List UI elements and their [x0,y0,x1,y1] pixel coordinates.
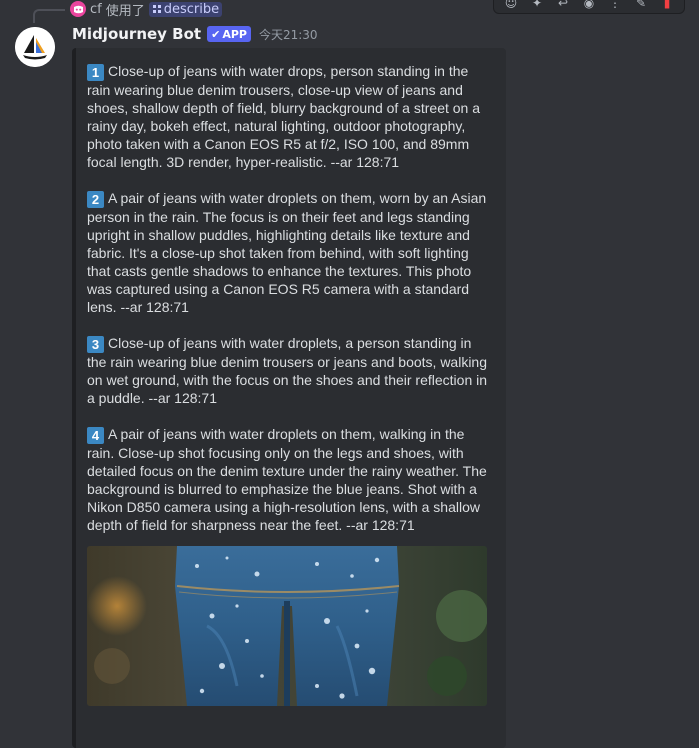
command-name: describe [163,1,220,17]
prompt-option-4: 4A pair of jeans with water droplets on … [87,425,489,534]
reaction-icon[interactable]: ☺ [500,0,522,11]
thread-icon[interactable]: ◉ [578,0,600,11]
prompt-text: Close-up of jeans with water droplets, a… [87,335,488,406]
prompt-text: A pair of jeans with water droplets on t… [87,426,487,533]
super-reaction-icon[interactable]: ✦ [526,0,548,11]
prompt-text: Close-up of jeans with water drops, pers… [87,63,481,170]
app-badge-label: APP [222,27,247,41]
discord-logo-icon [73,5,83,13]
keycap-number-2: 2 [87,191,104,208]
message-timestamp[interactable]: 今天21:30 [259,26,318,43]
reply-reference[interactable]: cf 使用了 describe [70,0,223,19]
discord-user-avatar[interactable] [70,1,86,17]
more-icon[interactable]: ⋮ [604,0,626,11]
message-toolbar: ☺ ✦ ↩ ◉ ⋮ ✎ ▮ [493,0,685,14]
keycap-number-1: 1 [87,64,104,81]
app-icon[interactable]: ✎ [630,0,652,11]
check-icon: ✔ [211,27,221,41]
prompt-text: A pair of jeans with water droplets on t… [87,190,487,315]
reply-action: 使用了 [105,3,145,19]
command-icon [152,5,161,13]
embed-image[interactable] [87,546,487,706]
command-chip[interactable]: describe [148,1,223,17]
midjourney-bot-avatar[interactable] [15,27,55,67]
reply-connector [33,9,65,23]
delete-icon[interactable]: ▮ [656,0,678,11]
message-header: Midjourney Bot ✔ APP 今天21:30 [72,24,318,44]
author-name[interactable]: Midjourney Bot [72,25,201,43]
prompt-option-2: 2A pair of jeans with water droplets on … [87,189,489,316]
keycap-number-4: 4 [87,427,104,444]
sailboat-logo-icon [15,27,55,67]
app-badge: ✔ APP [207,26,251,42]
reply-username[interactable]: cf [90,2,102,17]
reply-icon[interactable]: ↩ [552,0,574,11]
prompt-option-1: 1 Close-up of jeans with water drops, per… [87,62,489,171]
prompt-option-3: 3 Close-up of jeans with water droplets, … [87,334,489,407]
keycap-number-3: 3 [87,336,104,353]
jeans-photo-image [87,546,487,706]
embed-description: 1 Close-up of jeans with water drops, per… [87,62,489,552]
